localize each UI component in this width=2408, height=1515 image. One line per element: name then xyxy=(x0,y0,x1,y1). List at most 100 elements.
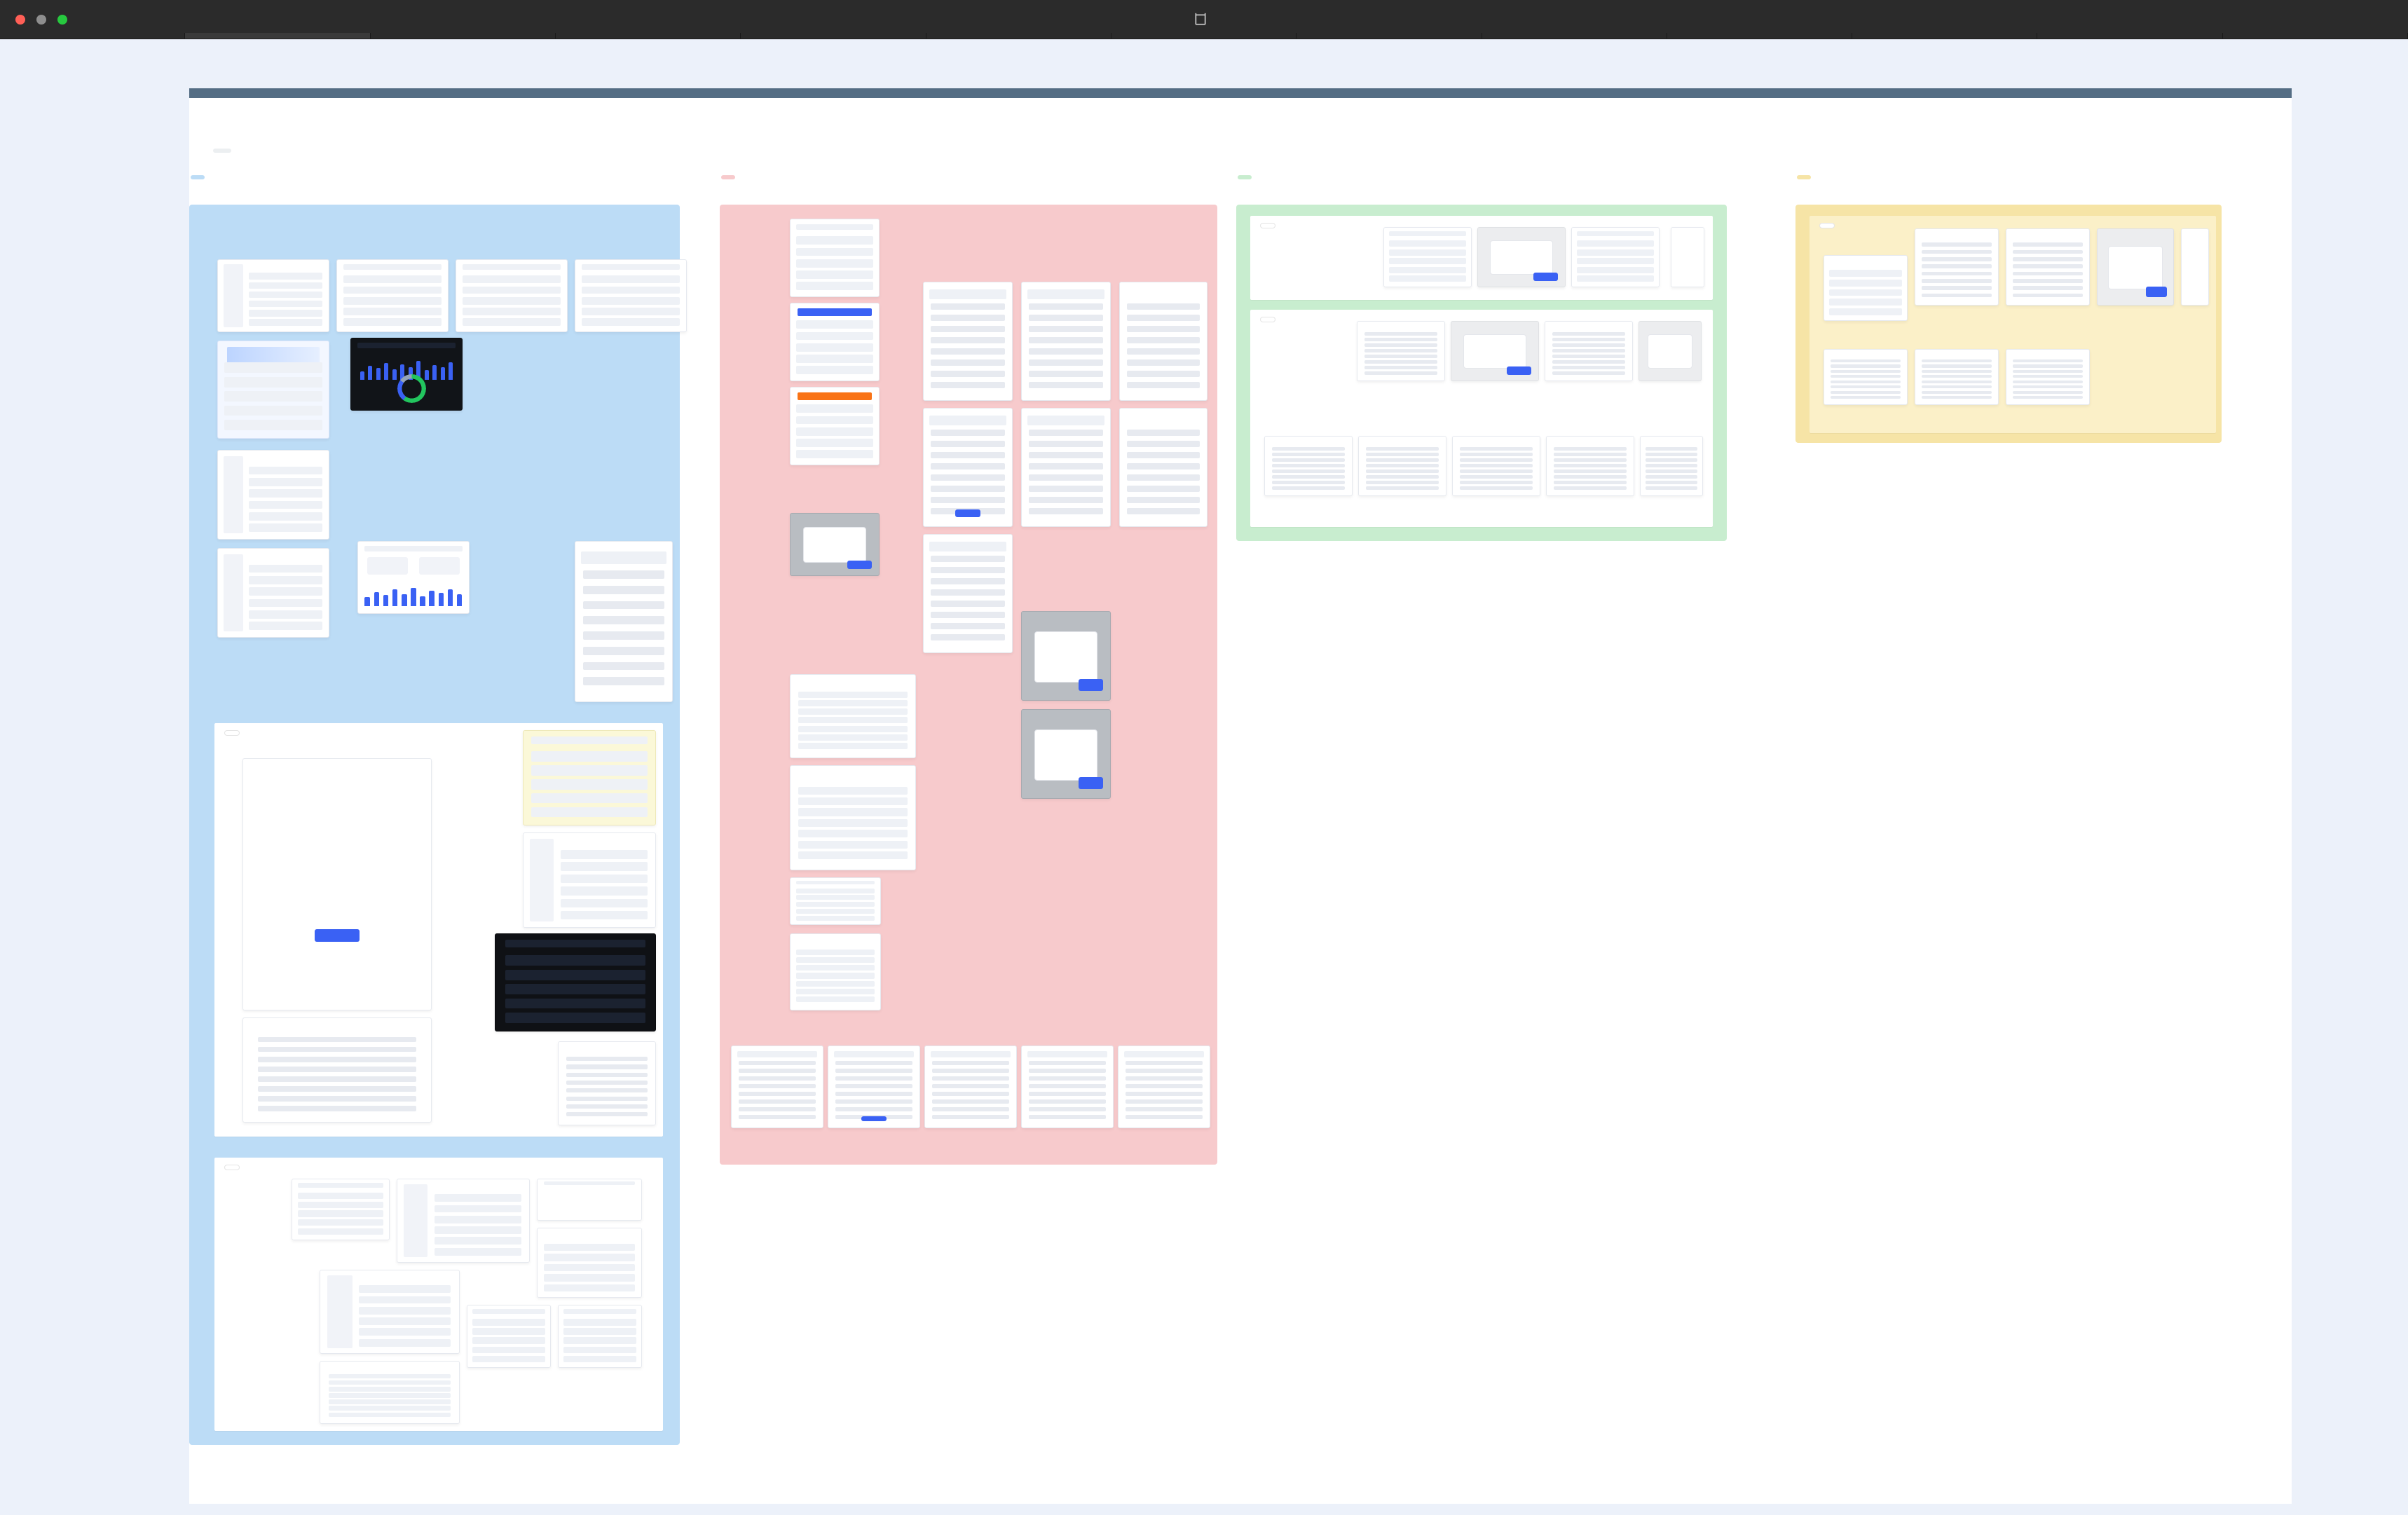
artboard-thumbnail[interactable] xyxy=(1119,282,1208,401)
artboard-thumbnail[interactable] xyxy=(217,259,329,332)
artboard-thumbnail[interactable] xyxy=(1639,321,1702,381)
section-panel-view-proposals[interactable] xyxy=(1250,216,1713,300)
artboard-thumbnail[interactable] xyxy=(2006,228,2090,306)
document-tab[interactable] xyxy=(926,33,1111,39)
artboard-thumbnail[interactable] xyxy=(924,1046,1017,1128)
artboard-thumbnail[interactable] xyxy=(217,450,329,540)
state-chip[interactable] xyxy=(213,149,231,153)
column-body-deliver[interactable] xyxy=(1795,205,2222,443)
artboard-thumbnail[interactable] xyxy=(292,1179,390,1240)
section-panel-section1[interactable] xyxy=(214,723,663,1137)
column-label-develop xyxy=(1238,175,1252,179)
artboard-thumbnail[interactable] xyxy=(1452,436,1540,496)
section-panel-moodboard[interactable] xyxy=(214,1158,663,1431)
artboard-thumbnail[interactable] xyxy=(1671,227,1704,287)
artboard-thumbnail[interactable] xyxy=(397,1179,530,1263)
artboard-thumbnail[interactable] xyxy=(2097,228,2174,306)
canvas-viewport[interactable] xyxy=(0,39,2408,1515)
artboard-thumbnail[interactable] xyxy=(1640,436,1703,496)
document-tab[interactable] xyxy=(1297,33,1482,39)
artboard-thumbnail[interactable] xyxy=(1824,349,1908,405)
artboard-thumbnail[interactable] xyxy=(731,1046,823,1128)
artboard-thumbnail[interactable] xyxy=(537,1179,642,1221)
artboard-thumbnail[interactable] xyxy=(923,282,1013,401)
artboard-thumbnail-analytics[interactable] xyxy=(357,541,470,614)
artboard-thumbnail[interactable] xyxy=(1915,349,1999,405)
artboard-thumbnail[interactable] xyxy=(242,1017,432,1123)
artboard-thumbnail[interactable] xyxy=(790,933,881,1010)
artboard-thumbnail[interactable] xyxy=(336,259,449,332)
artboard-thumbnail[interactable] xyxy=(1824,255,1908,321)
artboard-thumbnail[interactable] xyxy=(790,219,880,297)
artboard-thumbnail[interactable] xyxy=(828,1046,920,1128)
artboard-thumbnail[interactable] xyxy=(523,730,656,825)
section-title-proposal xyxy=(1260,317,1275,322)
artboard-thumbnail[interactable] xyxy=(1357,321,1445,381)
artboard-thumbnail[interactable] xyxy=(217,548,329,638)
artboard-thumbnail[interactable] xyxy=(923,534,1013,653)
meta-state xyxy=(209,149,2272,153)
artboard-thumbnail[interactable] xyxy=(923,408,1013,527)
document-tab[interactable] xyxy=(2037,33,2222,39)
window-zoom-button[interactable] xyxy=(57,15,67,25)
artboard-thumbnail[interactable] xyxy=(790,303,880,381)
window-minimize-button[interactable] xyxy=(36,15,46,25)
artboard-thumbnail-modal[interactable] xyxy=(1021,611,1111,701)
artboard-thumbnail[interactable] xyxy=(790,387,880,465)
artboard-thumbnail-dark[interactable] xyxy=(495,933,656,1031)
artboard-thumbnail[interactable] xyxy=(1546,436,1634,496)
artboard-thumbnail[interactable] xyxy=(537,1228,642,1298)
artboard-thumbnail[interactable] xyxy=(320,1361,460,1424)
document-tab[interactable] xyxy=(371,33,556,39)
artboard-thumbnail[interactable] xyxy=(790,674,916,758)
column-body-discover[interactable] xyxy=(189,205,680,1445)
document-tab[interactable] xyxy=(185,33,370,39)
artboard-thumbnail[interactable] xyxy=(1571,227,1660,287)
artboard-thumbnail[interactable] xyxy=(790,765,916,870)
artboard-thumbnail[interactable] xyxy=(790,877,881,925)
artboard-thumbnail[interactable] xyxy=(1264,436,1353,496)
artboard-thumbnail[interactable] xyxy=(1358,436,1446,496)
artboard-thumbnail[interactable] xyxy=(2006,349,2090,405)
column-body-define[interactable] xyxy=(720,205,1217,1165)
artboard-thumbnail[interactable] xyxy=(456,259,568,332)
artboard-thumbnail[interactable] xyxy=(320,1270,460,1354)
section-panel-proposal-v1[interactable] xyxy=(1810,216,2216,433)
artboard-thumbnail[interactable] xyxy=(1915,228,1999,306)
artboard-thumbnail[interactable] xyxy=(1451,321,1539,381)
artboard-thumbnail[interactable] xyxy=(1118,1046,1210,1128)
window-close-button[interactable] xyxy=(15,15,25,25)
column-body-develop[interactable] xyxy=(1236,205,1727,541)
artboard-thumbnail[interactable] xyxy=(575,259,687,332)
document-tab[interactable] xyxy=(1111,33,1297,39)
artboard-thumbnail[interactable] xyxy=(1477,227,1566,287)
page-frame[interactable] xyxy=(189,88,2292,1504)
document-tab[interactable] xyxy=(741,33,926,39)
artboard-thumbnail[interactable] xyxy=(575,541,673,702)
section-panel-proposal[interactable] xyxy=(1250,310,1713,527)
document-tab[interactable] xyxy=(2223,33,2408,39)
document-tab[interactable] xyxy=(1482,33,1667,39)
artboard-thumbnail[interactable] xyxy=(1383,227,1472,287)
artboard-thumbnail[interactable] xyxy=(1119,408,1208,527)
document-tab[interactable] xyxy=(0,33,185,39)
artboard-thumbnail[interactable] xyxy=(217,341,329,439)
artboard-thumbnail[interactable] xyxy=(242,758,432,1010)
artboard-thumbnail[interactable] xyxy=(1021,1046,1114,1128)
artboard-thumbnail[interactable] xyxy=(1545,321,1633,381)
document-tab[interactable] xyxy=(1852,33,2037,39)
board[interactable] xyxy=(189,177,2292,1438)
document-tabstrip xyxy=(0,33,2408,39)
artboard-thumbnail[interactable] xyxy=(558,1305,642,1368)
artboard-thumbnail[interactable] xyxy=(1021,408,1111,527)
artboard-thumbnail[interactable] xyxy=(523,832,656,928)
document-tab[interactable] xyxy=(1667,33,1852,39)
document-tab[interactable] xyxy=(556,33,741,39)
artboard-thumbnail[interactable] xyxy=(2181,228,2209,306)
artboard-thumbnail-modal[interactable] xyxy=(790,513,880,576)
artboard-thumbnail-modal[interactable] xyxy=(1021,709,1111,799)
artboard-thumbnail-dark-dashboard[interactable] xyxy=(350,338,463,411)
artboard-thumbnail[interactable] xyxy=(467,1305,551,1368)
artboard-thumbnail[interactable] xyxy=(558,1041,656,1125)
artboard-thumbnail[interactable] xyxy=(1021,282,1111,401)
